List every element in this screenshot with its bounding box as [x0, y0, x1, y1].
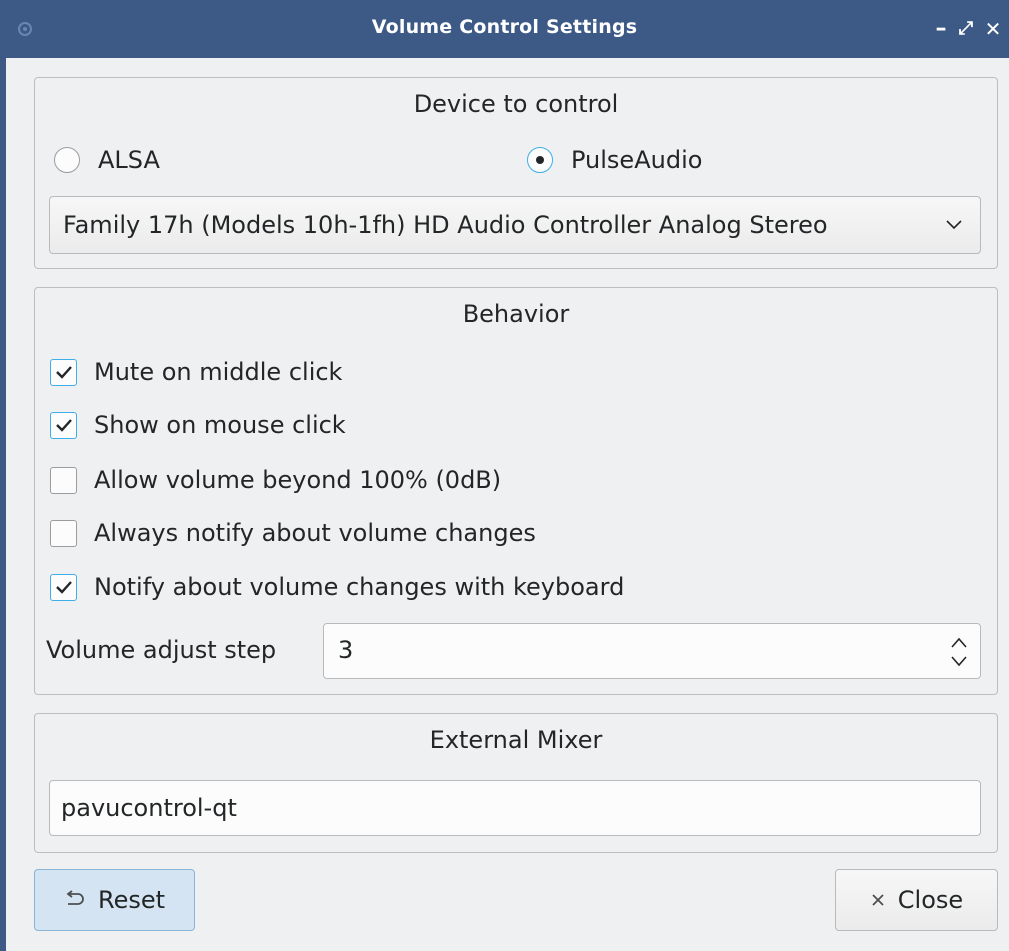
volume-step-label: Volume adjust step: [46, 636, 277, 664]
checkbox-label: Notify about volume changes with keyboar…: [94, 573, 625, 601]
checkmark-icon: [55, 581, 72, 594]
undo-icon: [66, 890, 84, 905]
checkbox-show-mouse-click[interactable]: Show on mouse click: [50, 411, 346, 439]
checkbox-label: Allow volume beyond 100% (0dB): [94, 466, 502, 494]
radio-alsa-label: ALSA: [98, 146, 160, 174]
mixer-group-title: External Mixer: [429, 726, 603, 754]
checkmark-icon: [55, 419, 72, 432]
checkbox-notify-keyboard[interactable]: Notify about volume changes with keyboar…: [50, 573, 624, 601]
checkbox-label: Show on mouse click: [94, 411, 346, 439]
maximize-icon[interactable]: ⤢: [955, 15, 977, 43]
close-button-label: Close: [897, 886, 964, 914]
close-window-icon[interactable]: ✕: [982, 15, 1004, 43]
checkbox-indicator[interactable]: [50, 466, 77, 494]
radio-alsa-indicator[interactable]: [54, 147, 80, 173]
minimize-icon[interactable]: –: [930, 15, 952, 43]
close-icon: [872, 894, 884, 906]
checkbox-always-notify[interactable]: Always notify about volume changes: [50, 519, 536, 547]
checkbox-mute-middle-click[interactable]: Mute on middle click: [50, 358, 342, 386]
reset-button-label: Reset: [97, 886, 166, 914]
checkbox-indicator[interactable]: [50, 519, 77, 547]
radio-alsa[interactable]: ALSA: [54, 146, 160, 174]
device-select-value: Family 17h (Models 10h-1fh) HD Audio Con…: [63, 211, 828, 239]
radio-pulseaudio[interactable]: PulseAudio: [527, 146, 702, 174]
reset-button[interactable]: Reset: [34, 869, 195, 931]
window-title: Volume Control Settings: [371, 16, 638, 38]
external-mixer-input[interactable]: pavucontrol-qt: [49, 780, 981, 836]
checkbox-label: Always notify about volume changes: [94, 519, 536, 547]
checkbox-label: Mute on middle click: [94, 358, 343, 386]
radio-pulseaudio-indicator[interactable]: [527, 147, 553, 173]
spin-arrows-icon[interactable]: [948, 630, 970, 674]
window-titlebar[interactable]: Volume Control Settings – ⤢ ✕: [0, 0, 1009, 58]
chevron-down-icon: [946, 220, 962, 230]
checkbox-indicator[interactable]: [50, 358, 77, 386]
checkbox-indicator[interactable]: [50, 411, 77, 439]
device-select[interactable]: Family 17h (Models 10h-1fh) HD Audio Con…: [49, 196, 981, 254]
checkbox-allow-beyond-100[interactable]: Allow volume beyond 100% (0dB): [50, 466, 501, 494]
checkmark-icon: [55, 366, 72, 379]
close-button[interactable]: Close: [835, 869, 998, 931]
radio-pulseaudio-label: PulseAudio: [571, 146, 703, 174]
device-group-title: Device to control: [413, 90, 619, 118]
volume-step-spinbox[interactable]: 3: [323, 623, 981, 679]
behavior-group-title: Behavior: [462, 300, 570, 328]
checkbox-indicator[interactable]: [50, 573, 77, 601]
volume-step-value: 3: [338, 636, 354, 664]
